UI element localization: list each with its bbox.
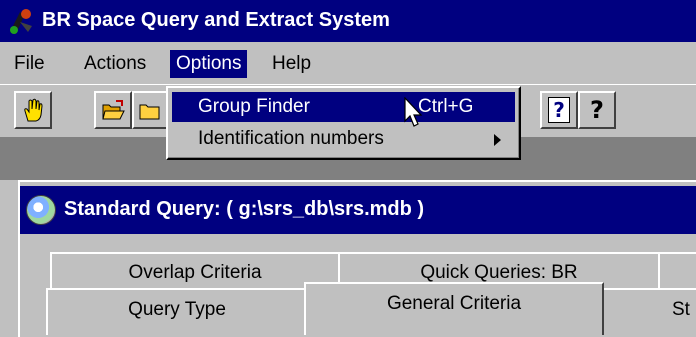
cd-icon [26, 195, 56, 225]
menu-options[interactable]: Options [170, 50, 248, 78]
mouse-cursor-icon [404, 97, 423, 127]
window-title: BR Space Query and Extract System [42, 9, 390, 31]
folder-button[interactable] [132, 91, 168, 129]
group-finder-shortcut: Ctrl+G [418, 96, 474, 117]
tab-partial-st[interactable]: St [602, 288, 696, 335]
child-window-title: Standard Query: ( g:\srs_db\srs.mdb ) [64, 198, 425, 220]
options-dropdown-menu: Group Finder Ctrl+G Identification numbe… [166, 86, 521, 160]
child-title-bar[interactable]: Standard Query: ( g:\srs_db\srs.mdb ) [20, 186, 696, 234]
folder-icon [139, 104, 160, 120]
group-finder-label: Group Finder [198, 96, 310, 117]
tab-general-criteria[interactable]: General Criteria [304, 282, 604, 335]
identification-numbers-label: Identification numbers [198, 128, 384, 149]
help-icon: ? [590, 96, 604, 124]
menu-bar: File Actions Options Help [0, 44, 696, 84]
app-icon [10, 9, 32, 34]
menu-actions[interactable]: Actions [78, 50, 152, 78]
title-bar[interactable]: BR Space Query and Extract System [0, 0, 696, 42]
menu-item-identification-numbers[interactable]: Identification numbers [172, 124, 515, 154]
hand-icon [24, 98, 43, 122]
submenu-arrow-icon [494, 134, 501, 146]
tab-overlap-criteria[interactable]: Overlap Criteria [50, 252, 340, 292]
open-folder-icon [102, 100, 125, 120]
hand-tool-button[interactable] [14, 91, 52, 129]
tab-back-partial[interactable] [658, 252, 696, 292]
menu-item-group-finder[interactable]: Group Finder Ctrl+G [172, 92, 515, 122]
context-help-icon: ? [548, 97, 570, 123]
context-help-button[interactable]: ? [540, 91, 578, 129]
help-button[interactable]: ? [578, 91, 616, 129]
menu-help[interactable]: Help [266, 50, 317, 78]
open-button[interactable] [94, 91, 132, 129]
menu-file[interactable]: File [8, 50, 51, 78]
tab-query-type[interactable]: Query Type [46, 288, 308, 335]
